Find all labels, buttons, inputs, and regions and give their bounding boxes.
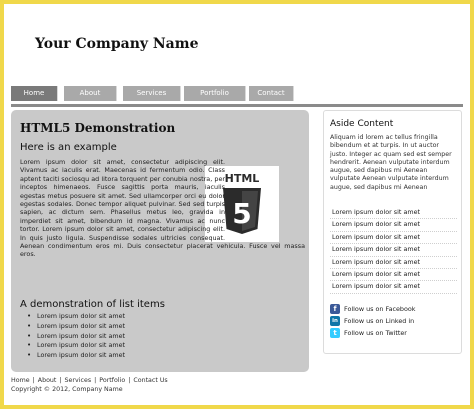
aside-link-list: Lorem ipsum dolor sit amet Lorem ipsum d… [330,207,457,294]
social-label: Follow us on Twitter [344,329,407,337]
intro-paragraph: Lorem ipsum dolor sit amet, consectetur … [20,158,305,259]
nav-item-contact[interactable]: Contact [249,86,294,101]
nav-item-home[interactable]: Home [11,86,58,101]
aside-paragraph: Aliquam id lorem ac tellus fringilla bib… [330,134,452,191]
page-title: HTML5 Demonstration [20,121,176,135]
footer-nav: Home | About | Services | Portfolio | Co… [11,377,168,384]
footer-separator: | [128,377,131,384]
aside-link[interactable]: Lorem ipsum dolor sit amet [330,257,457,269]
list-heading: A demonstration of list items [20,299,165,310]
company-logo[interactable]: Your Company Name [35,36,198,52]
list-item: Lorem ipsum dolor sit amet [27,312,125,322]
aside-panel: Aside Content Aliquam id lorem ac tellus… [323,110,462,354]
demo-list: Lorem ipsum dolor sit amet Lorem ipsum d… [27,312,125,361]
twitter-icon: t [330,328,340,338]
social-label: Follow us on Facebook [344,305,416,313]
nav-item-services[interactable]: Services [123,86,181,101]
list-item: Lorem ipsum dolor sit amet [27,341,125,351]
aside-title: Aside Content [330,119,394,129]
facebook-icon: f [330,304,340,314]
social-linkedin-link[interactable]: in Follow us on Linked in [330,315,457,327]
linkedin-icon: in [330,316,340,326]
main-nav: Home About Services Portfolio Contact [11,86,463,107]
footer-separator: | [59,377,62,384]
section-heading: Here is an example [20,142,117,153]
footer-separator: | [32,377,35,384]
nav-item-portfolio[interactable]: Portfolio [184,86,246,101]
aside-link[interactable]: Lorem ipsum dolor sit amet [330,244,457,257]
aside-link[interactable]: Lorem ipsum dolor sit amet [330,219,457,232]
aside-link[interactable]: Lorem ipsum dolor sit amet [330,232,457,245]
footer-link-about[interactable]: About [38,377,57,384]
list-item: Lorem ipsum dolor sit amet [27,322,125,332]
footer-link-home[interactable]: Home [11,377,30,384]
footer-link-contact[interactable]: Contact Us [133,377,167,384]
copyright-text: Copyright © 2012, Company Name [11,386,123,393]
social-twitter-link[interactable]: t Follow us on Twitter [330,327,457,339]
social-facebook-link[interactable]: f Follow us on Facebook [330,303,457,315]
footer-link-services[interactable]: Services [65,377,92,384]
footer-separator: | [94,377,97,384]
nav-item-about[interactable]: About [64,86,117,101]
aside-link[interactable]: Lorem ipsum dolor sit amet [330,269,457,282]
main-content: HTML5 Demonstration Here is an example H… [11,110,309,372]
aside-link[interactable]: Lorem ipsum dolor sit amet [330,207,457,220]
aside-link[interactable]: Lorem ipsum dolor sit amet [330,281,457,294]
list-item: Lorem ipsum dolor sit amet [27,351,125,361]
page: Your Company Name Home About Services Po… [4,4,470,405]
list-item: Lorem ipsum dolor sit amet [27,332,125,342]
footer-link-portfolio[interactable]: Portfolio [99,377,125,384]
social-label: Follow us on Linked in [344,317,415,325]
